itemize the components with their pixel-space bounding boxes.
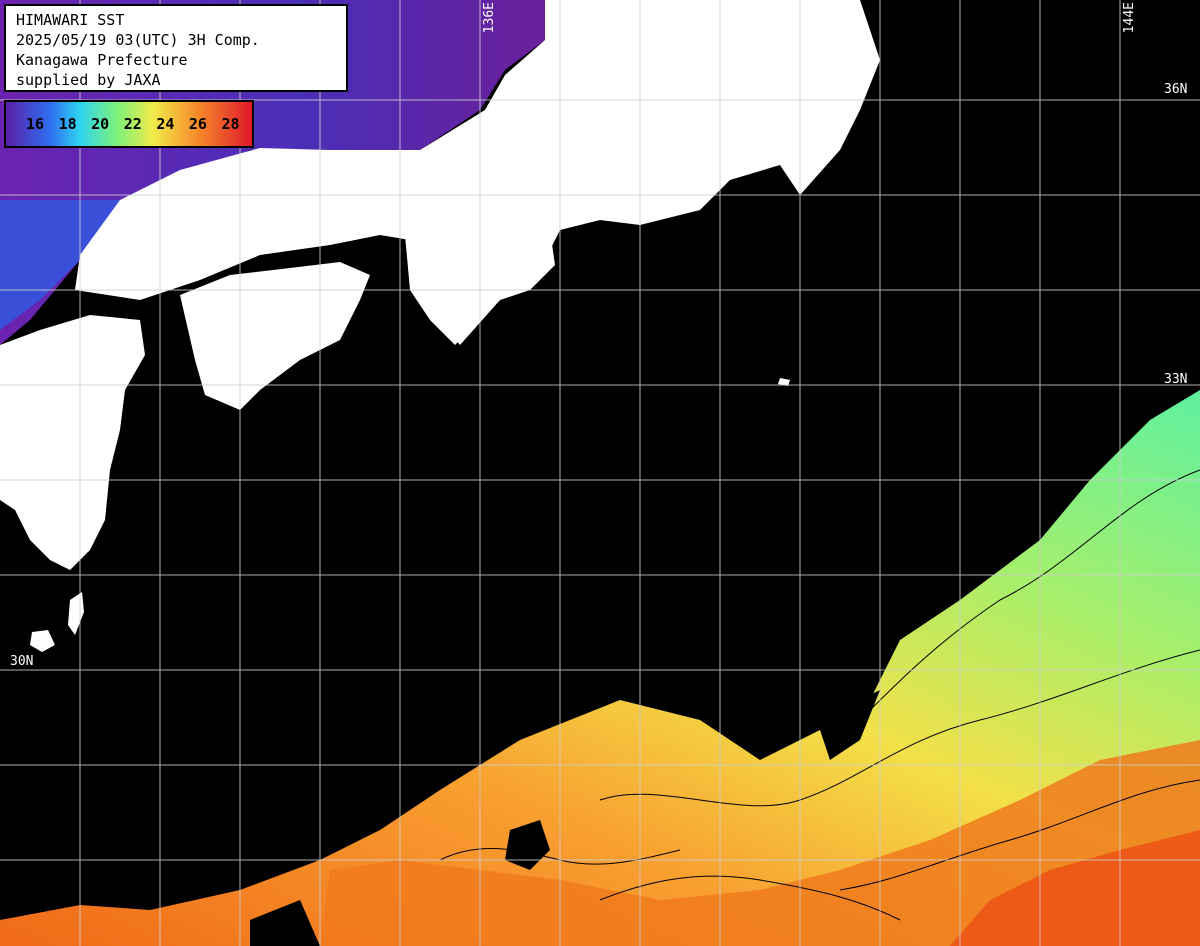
legend-label: 20 — [91, 115, 110, 133]
land-shikoku — [180, 262, 370, 410]
lat-label-36n: 36N — [1164, 82, 1188, 97]
legend-label: 18 — [58, 115, 77, 133]
land-tanegashima — [68, 592, 84, 635]
land-kyushu — [0, 315, 145, 570]
legend-label: 16 — [26, 115, 45, 133]
lat-label-33-left: 33 — [8, 372, 24, 387]
title-text: HIMAWARI SST — [16, 11, 125, 29]
temperature-legend: 16 18 20 22 24 26 28 — [4, 100, 254, 148]
lat-label-30n: 30N — [10, 654, 34, 669]
legend-label: 26 — [188, 115, 207, 133]
region-text: Kanagawa Prefecture — [16, 51, 188, 69]
land-yakushima — [30, 630, 55, 652]
legend-label: 22 — [123, 115, 142, 133]
credit-text: supplied by JAXA — [16, 71, 161, 89]
map-info-box: HIMAWARI SST 2025/05/19 03(UTC) 3H Comp.… — [4, 4, 348, 92]
lon-label-144e: 144E — [1122, 2, 1137, 34]
lon-label-136e: 136E — [482, 2, 497, 34]
legend-label: 28 — [221, 115, 240, 133]
lat-label-33n: 33N — [1164, 372, 1188, 387]
timestamp-text: 2025/05/19 03(UTC) 3H Comp. — [16, 31, 260, 49]
legend-label: 24 — [156, 115, 175, 133]
